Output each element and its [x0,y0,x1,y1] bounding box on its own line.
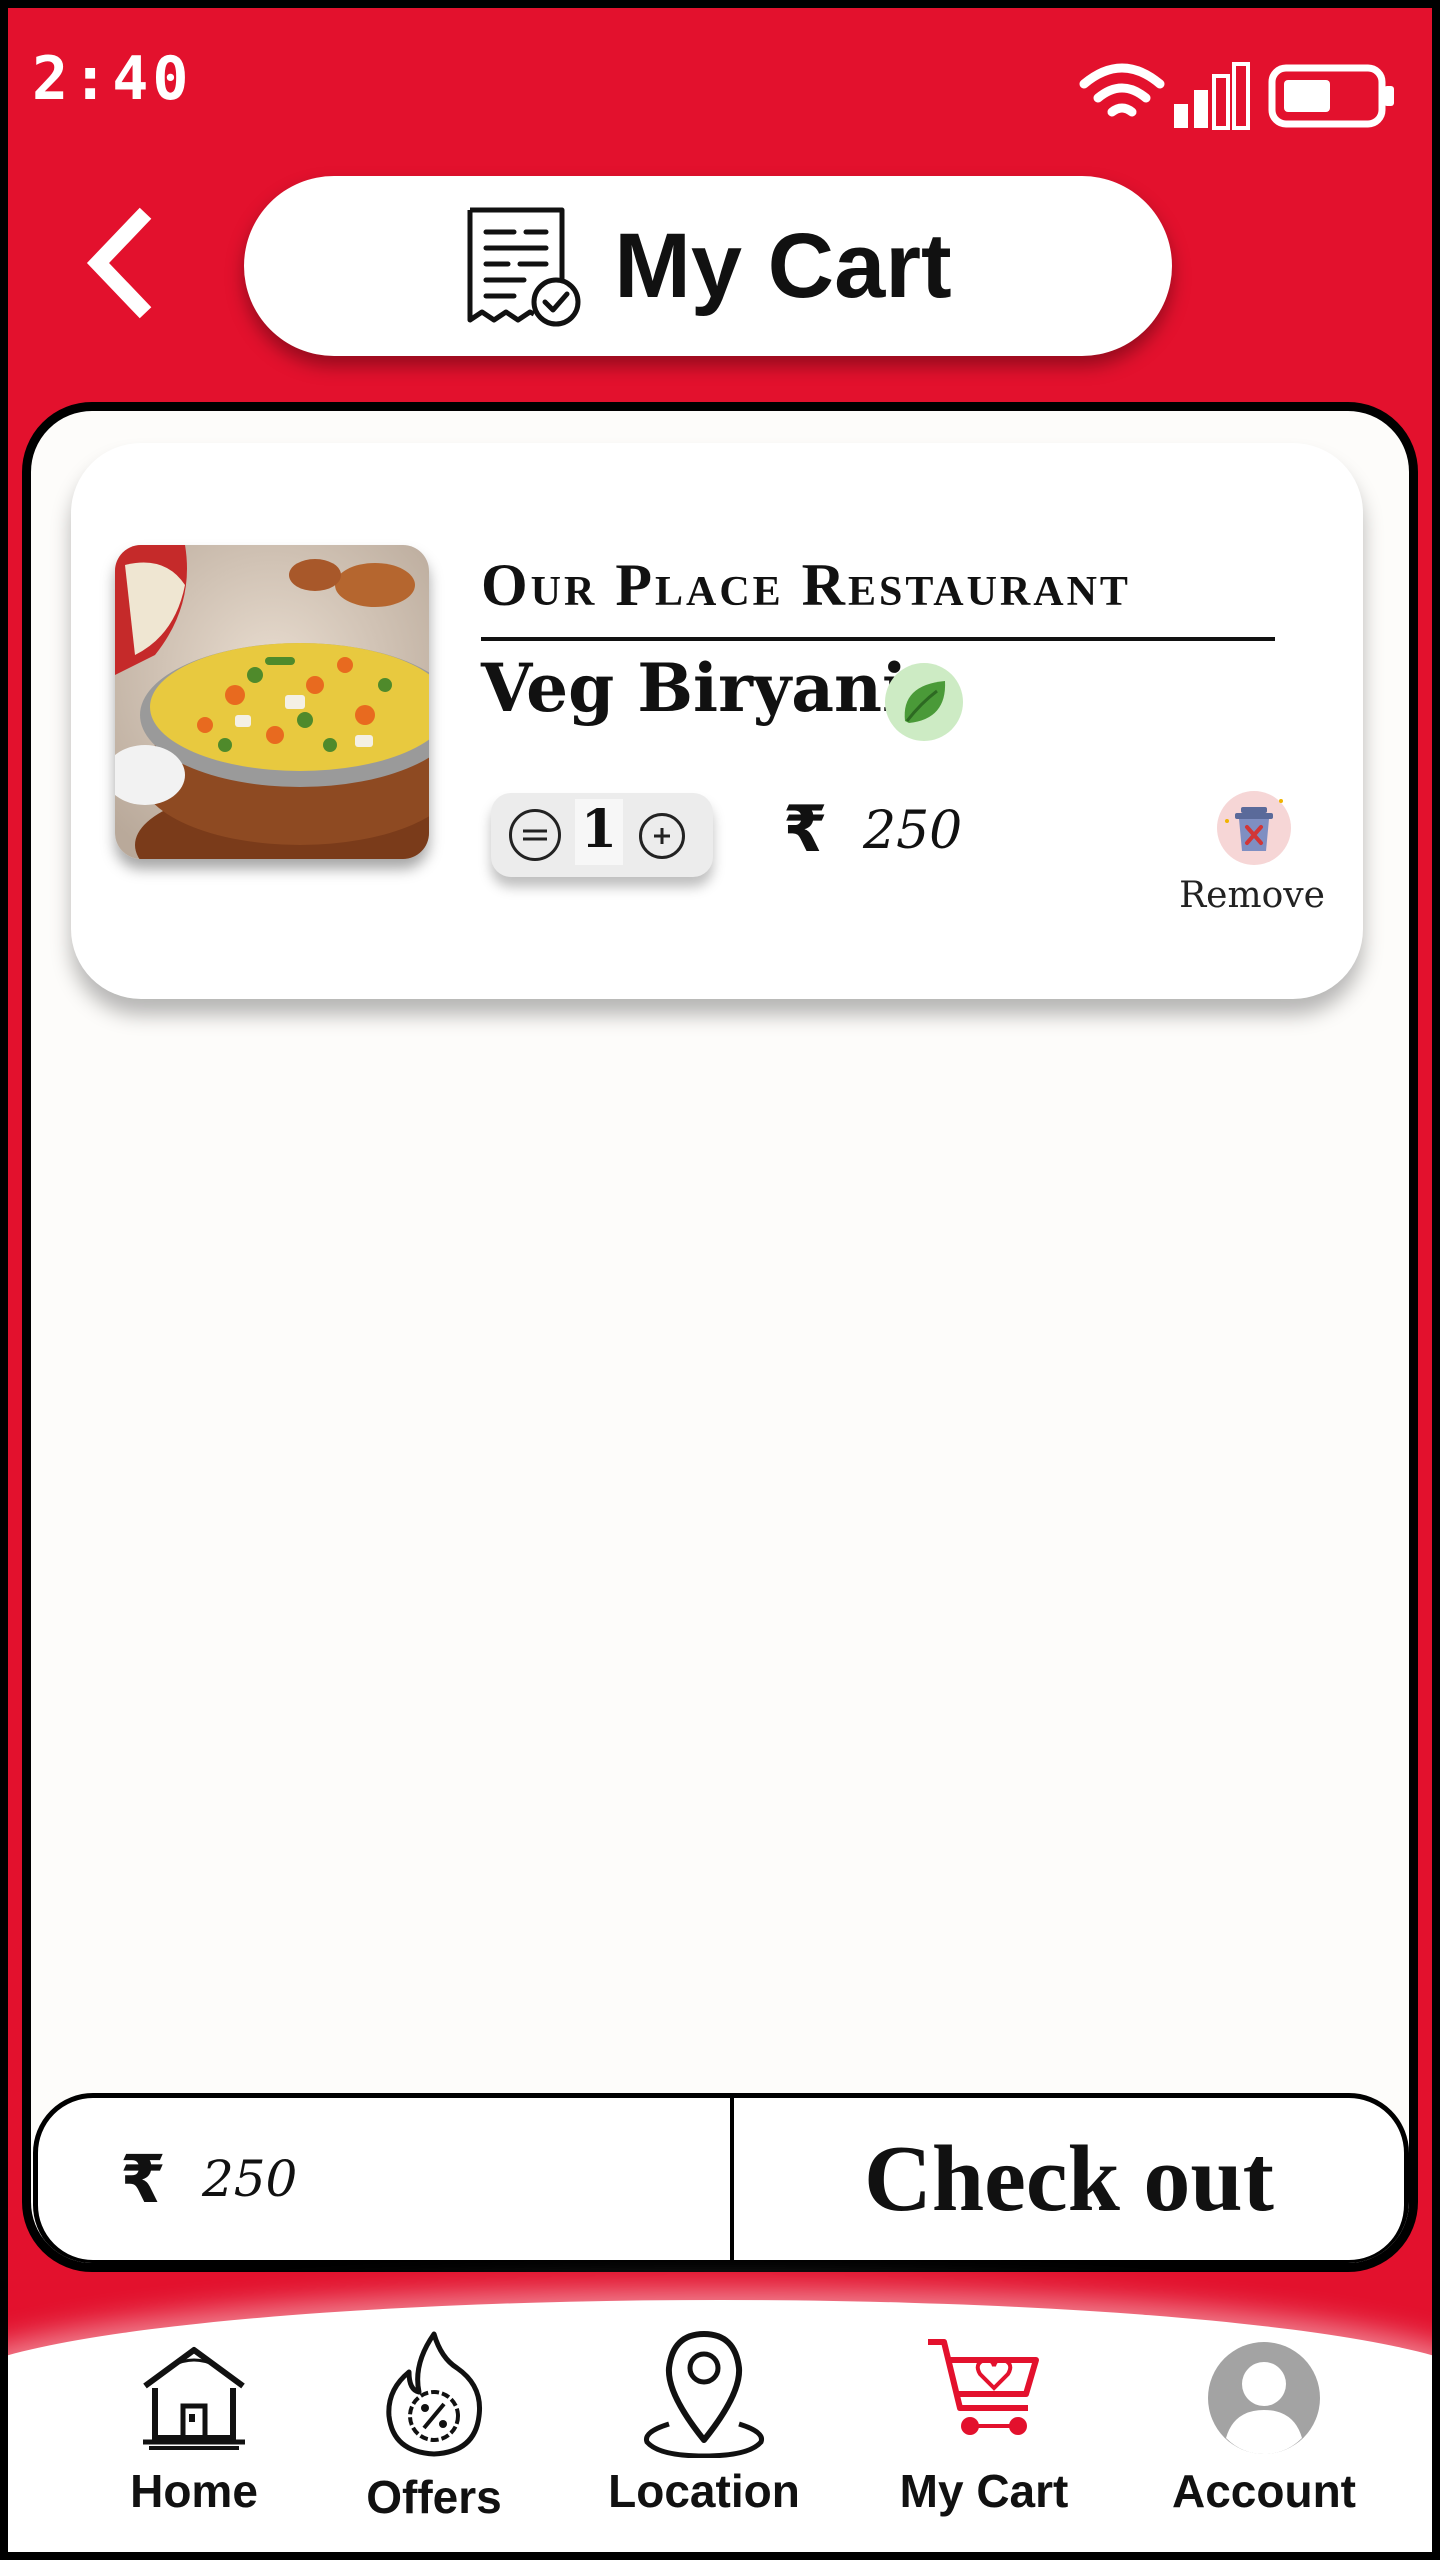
divider [481,637,1275,641]
nav-item-account[interactable]: Account [1154,2328,1374,2548]
item-name: Veg Biryani [481,649,908,727]
cart-icon [928,2339,1039,2435]
nav-label-account: Account [1172,2465,1356,2517]
page-title: My Cart [614,214,952,317]
increase-quantity-button[interactable] [639,813,685,859]
plus-icon [654,828,670,844]
status-icons [1074,58,1404,134]
remove-item-button[interactable]: Remove [1177,781,1327,931]
wifi-icon [1079,63,1165,117]
signal-icon [1174,62,1250,130]
minus-icon [523,829,547,841]
nav-label-location: Location [608,2465,800,2517]
quantity-stepper: 1 [491,793,713,877]
veg-badge [885,663,963,741]
currency-symbol: ₹ [783,793,828,867]
app-screen: 2:40 My Cart Our Place Restaurant Veg Bi… [8,8,1432,2552]
back-button[interactable] [78,203,178,323]
page-title-pill: My Cart [244,176,1172,356]
nav-item-offers[interactable]: Offers [324,2328,544,2548]
chevron-left-icon [86,207,152,319]
trash-icon [1217,791,1291,865]
remove-label: Remove [1179,875,1325,916]
checkout-button[interactable]: Check out [734,2098,1404,2260]
item-price: 250 [863,801,963,861]
status-time: 2:40 [32,44,193,114]
nav-label-offers: Offers [366,2471,502,2523]
nav-item-my-cart[interactable]: My Cart [874,2328,1094,2548]
nav-label-home: Home [130,2465,258,2517]
checkout-bar: ₹ 250 Check out [33,2093,1409,2263]
nav-label-my-cart: My Cart [899,2465,1069,2517]
nav-item-location[interactable]: Location [594,2328,814,2548]
receipt-check-icon [467,207,581,327]
food-image[interactable] [115,545,429,859]
location-pin-icon [644,2331,764,2458]
battery-icon [1268,64,1394,128]
total-currency-symbol: ₹ [120,2140,166,2218]
quantity-value: 1 [575,799,623,865]
home-icon [143,2347,245,2450]
account-icon [1208,2342,1320,2454]
cart-total: ₹ 250 [38,2098,730,2260]
decrease-quantity-button[interactable] [509,809,561,861]
leaf-icon [904,681,946,723]
offers-icon [386,2331,483,2457]
cart-panel: Our Place Restaurant Veg Biryani 1 ₹ 250… [22,402,1418,2272]
restaurant-name: Our Place Restaurant [481,552,1131,618]
cart-item-card: Our Place Restaurant Veg Biryani 1 ₹ 250… [71,443,1363,999]
nav-item-home[interactable]: Home [84,2328,304,2548]
total-amount: 250 [201,2150,298,2208]
